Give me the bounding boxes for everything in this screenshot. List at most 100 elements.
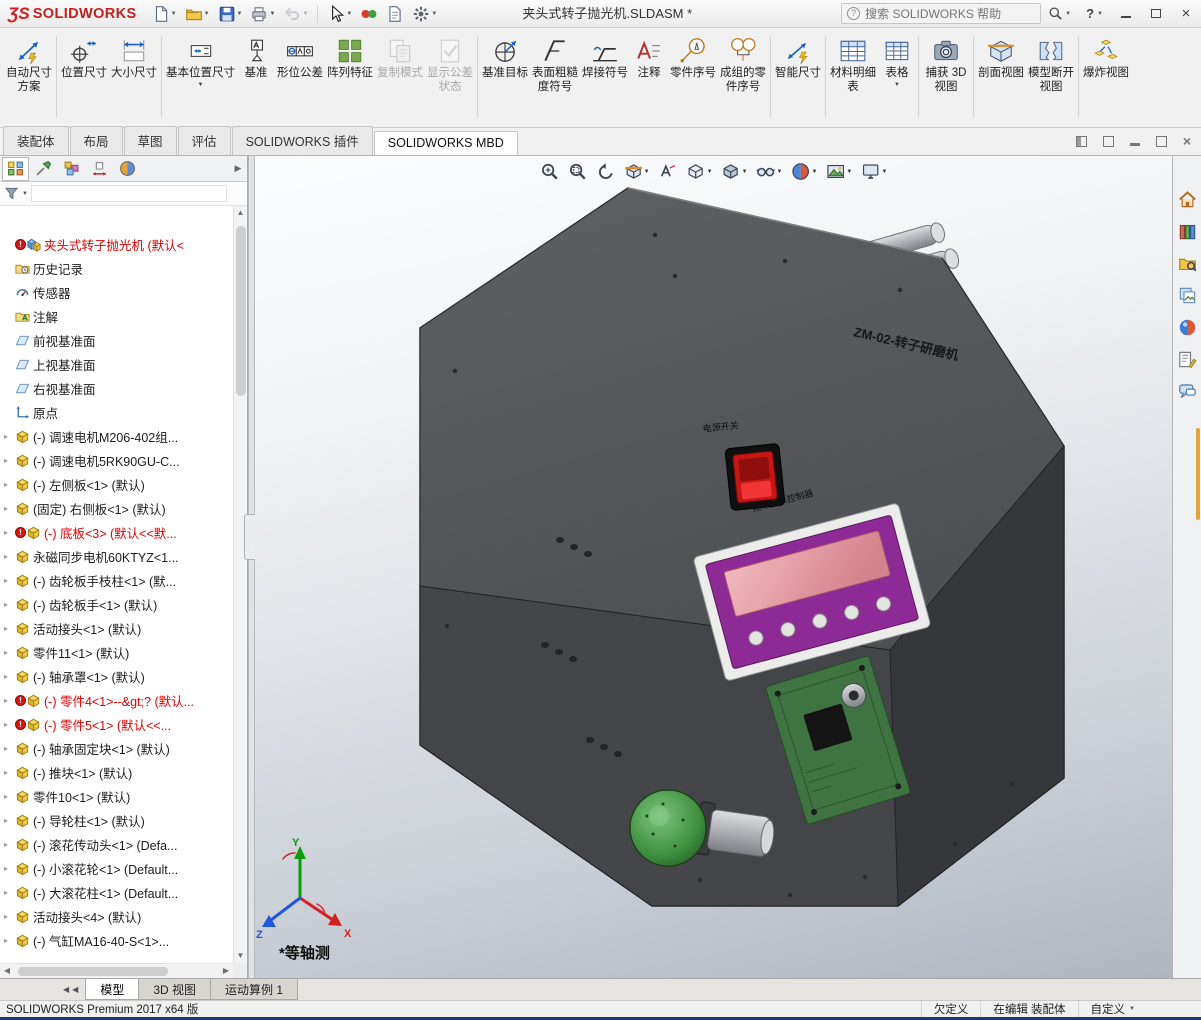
tree-item[interactable]: 注解: [4, 304, 232, 328]
ribbon-button-copyscheme[interactable]: 复制模式: [375, 34, 425, 83]
panel-tab-fm-tree[interactable]: [2, 156, 29, 181]
resize-grip[interactable]: [1147, 1001, 1201, 1017]
tree-item[interactable]: 右视基准面: [4, 376, 232, 400]
home-button[interactable]: [1176, 188, 1198, 210]
search-input[interactable]: [865, 6, 1036, 21]
ribbon-button-autodim[interactable]: 自动尺寸方案: [4, 34, 54, 96]
expand-arrow-icon[interactable]: ▸: [4, 792, 12, 801]
new-doc-button[interactable]: ▼: [149, 3, 180, 25]
expand-arrow-icon[interactable]: ▸: [4, 816, 12, 825]
tree-item[interactable]: ▸ (-) 调速电机M206-402组...: [4, 424, 232, 448]
document-tab-0[interactable]: 模型: [85, 979, 140, 1000]
tree-item[interactable]: ▸ (-) 齿轮板手枝柱<1> (默...: [4, 568, 232, 592]
dropdown-caret-icon[interactable]: ▼: [881, 169, 887, 175]
forum-button[interactable]: [1176, 380, 1198, 402]
panel-tab-fm-display[interactable]: [114, 157, 141, 181]
dropdown-caret-icon[interactable]: ▼: [707, 169, 713, 175]
scroll-down-arrow[interactable]: ▼: [237, 949, 245, 963]
tree-item[interactable]: ▸ (-) 调速电机5RK90GU-C...: [4, 448, 232, 472]
command-tab-1[interactable]: 布局: [69, 126, 123, 155]
filter-dropdown-caret-icon[interactable]: ▼: [22, 191, 28, 197]
hide-show-button[interactable]: ▼: [756, 161, 784, 182]
expand-arrow-icon[interactable]: ▸: [4, 456, 12, 465]
ribbon-button-datum[interactable]: 基准: [237, 34, 275, 83]
tree-item[interactable]: 传感器: [4, 280, 232, 304]
ribbon-button-capture3d[interactable]: 捕获 3D 视图: [921, 34, 971, 96]
select-button[interactable]: ▼: [324, 3, 355, 25]
tree-item[interactable]: ▸ 活动接头<4> (默认): [4, 904, 232, 928]
tree-item[interactable]: ▸ (-) 气缸MA16-40-S<1>...: [4, 928, 232, 952]
help-search-box[interactable]: ?: [841, 3, 1042, 24]
expand-arrow-icon[interactable]: ▸: [4, 864, 12, 873]
tree-item[interactable]: 历史记录: [4, 256, 232, 280]
tree-item[interactable]: 前视基准面: [4, 328, 232, 352]
tree-item[interactable]: ▸ (-) 左侧板<1> (默认): [4, 472, 232, 496]
annotation-3d-button[interactable]: [658, 161, 679, 182]
panel-tab-fm-config[interactable]: [58, 157, 85, 181]
scroll-thumb[interactable]: [18, 966, 168, 976]
dropdown-caret-icon[interactable]: ▼: [894, 82, 900, 88]
ribbon-button-bom[interactable]: 材料明细表: [828, 34, 878, 96]
ribbon-button-section[interactable]: 剖面视图: [976, 34, 1026, 83]
ribbon-button-basicdim[interactable]: 基本位置尺寸 ▼: [164, 34, 237, 90]
tree-horizontal-scrollbar[interactable]: ◀ ▶: [0, 963, 233, 978]
dropdown-caret-icon[interactable]: ▼: [269, 11, 275, 17]
expand-arrow-icon[interactable]: ▸: [4, 912, 12, 921]
ribbon-button-weld[interactable]: 焊接符号: [580, 34, 630, 83]
tree-item[interactable]: ▸ (-) 小滚花轮<1> (Default...: [4, 856, 232, 880]
expand-arrow-icon[interactable]: ▸: [4, 480, 12, 489]
tree-item[interactable]: ▸ 零件10<1> (默认): [4, 784, 232, 808]
status-item-2[interactable]: 自定义 ▼: [1077, 1001, 1147, 1017]
tree-item[interactable]: ▸ (-) 轴承固定块<1> (默认): [4, 736, 232, 760]
tab-scroll-left-icon[interactable]: ◀: [63, 985, 69, 994]
expand-arrow-icon[interactable]: ▸: [4, 696, 12, 705]
tree-item[interactable]: ▸ (-) 导轮柱<1> (默认): [4, 808, 232, 832]
panel-flyout-arrow-icon[interactable]: ▶: [229, 163, 247, 174]
tree-item[interactable]: ▸! (-) 零件4<1>--&gt;? (默认...: [4, 688, 232, 712]
ribbon-button-explode[interactable]: 爆炸视图: [1081, 34, 1131, 83]
dropdown-caret-icon[interactable]: ▼: [198, 82, 204, 88]
expand-arrow-icon[interactable]: ▸: [4, 768, 12, 777]
ribbon-button-sizedim[interactable]: 大小尺寸: [109, 34, 159, 83]
print-button[interactable]: ▼: [247, 3, 278, 25]
expand-arrow-icon[interactable]: ▸: [4, 744, 12, 753]
restore-button[interactable]: [1141, 0, 1171, 27]
close-button[interactable]: ×: [1171, 0, 1201, 27]
document-tab-2[interactable]: 运动算例 1: [210, 979, 299, 1000]
tree-item[interactable]: ▸ 活动接头<1> (默认): [4, 616, 232, 640]
expand-arrow-icon[interactable]: ▸: [4, 432, 12, 441]
tree-vertical-scrollbar[interactable]: ▲ ▼: [233, 206, 247, 963]
undo-button[interactable]: ▼: [280, 3, 311, 25]
ribbon-button-note[interactable]: 注释: [630, 34, 668, 83]
ribbon-button-locdim[interactable]: 位置尺寸: [59, 34, 109, 83]
command-tab-2[interactable]: 草图: [123, 126, 177, 155]
expand-arrow-icon[interactable]: ▸: [4, 528, 12, 537]
edit-appearance-button[interactable]: ▼: [790, 161, 818, 182]
next-window-icon[interactable]: [1102, 135, 1114, 147]
scroll-up-arrow[interactable]: ▲: [237, 206, 245, 220]
tree-item[interactable]: 原点: [4, 400, 232, 424]
design-library-button[interactable]: [1176, 220, 1198, 242]
minimize-button[interactable]: [1111, 0, 1141, 27]
command-tab-3[interactable]: 评估: [177, 126, 231, 155]
dropdown-caret-icon[interactable]: ▼: [644, 169, 650, 175]
tree-item[interactable]: ▸ (固定) 右侧板<1> (默认): [4, 496, 232, 520]
expand-arrow-icon[interactable]: ▸: [4, 552, 12, 561]
dropdown-caret-icon[interactable]: ▼: [346, 11, 352, 17]
ribbon-button-groupballoon[interactable]: 成组的零件序号: [718, 34, 768, 96]
open-button[interactable]: ▼: [182, 3, 213, 25]
zoom-area-button[interactable]: [567, 161, 588, 182]
expand-arrow-icon[interactable]: ▸: [4, 576, 12, 585]
tree-item[interactable]: ▸ (-) 滚花传动头<1> (Defa...: [4, 832, 232, 856]
dropdown-caret-icon[interactable]: ▼: [1129, 1006, 1135, 1012]
options-button[interactable]: ▼: [409, 3, 440, 25]
ribbon-button-datumtarget[interactable]: 基准目标: [480, 34, 530, 83]
zoom-fit-button[interactable]: [539, 161, 560, 182]
file-explorer-button[interactable]: [1176, 252, 1198, 274]
panel-tab-fm-property[interactable]: [30, 157, 57, 181]
tab-scroll-left-icon[interactable]: ◀: [72, 985, 78, 994]
expand-arrow-icon[interactable]: ▸: [4, 888, 12, 897]
tree-item[interactable]: ▸ (-) 轴承罩<1> (默认): [4, 664, 232, 688]
expand-arrow-icon[interactable]: ▸: [4, 840, 12, 849]
search-button[interactable]: ▼: [1041, 0, 1078, 27]
